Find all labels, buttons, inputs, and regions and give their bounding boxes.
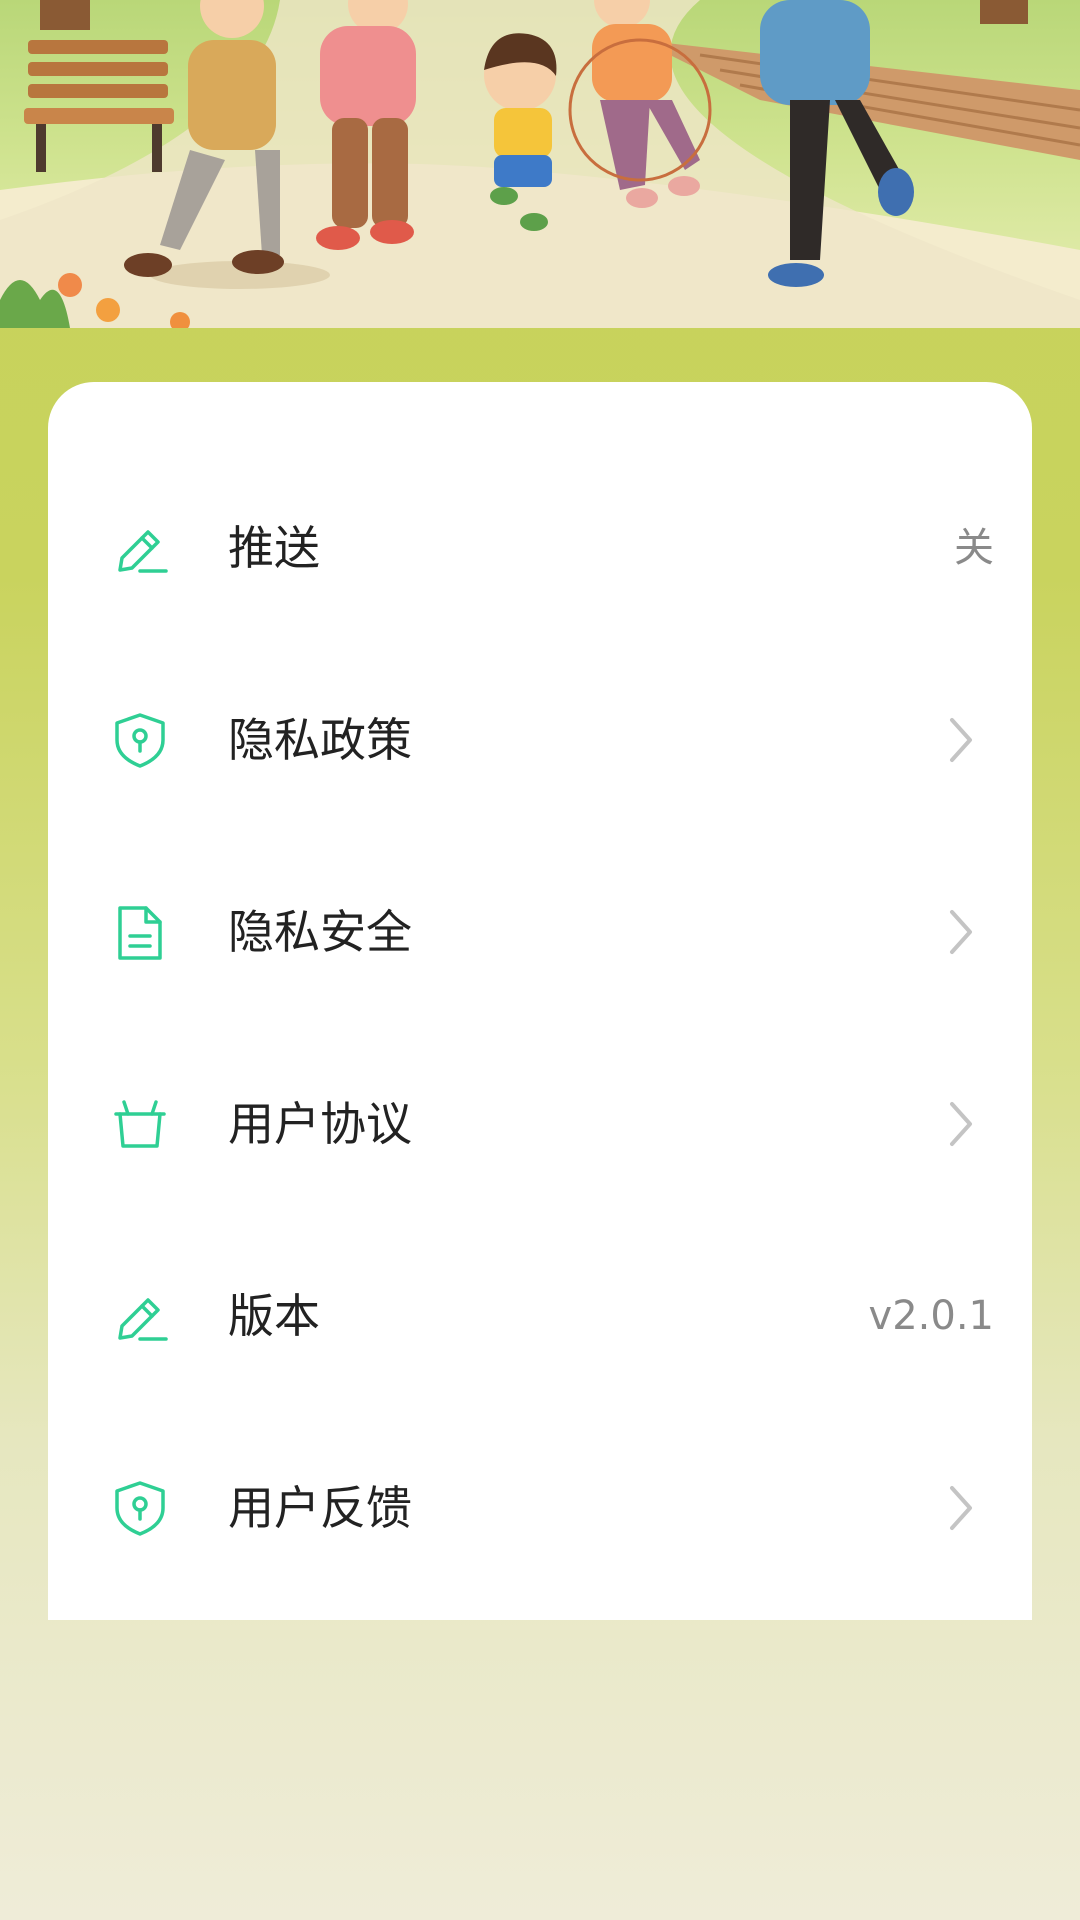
- chevron-right-icon: [946, 716, 976, 764]
- setting-label: 用户反馈: [228, 1481, 412, 1535]
- shield-keyhole-icon: [110, 710, 170, 770]
- pencil-edit-icon: [110, 1286, 170, 1346]
- setting-row-user-agreement[interactable]: 用户协议: [48, 1076, 1032, 1172]
- document-icon: [110, 902, 170, 962]
- setting-row-user-feedback[interactable]: 用户反馈: [48, 1460, 1032, 1556]
- push-status-value: 关: [954, 525, 994, 571]
- setting-label: 推送: [228, 521, 320, 575]
- basket-icon: [110, 1094, 170, 1154]
- version-value: v2.0.1: [868, 1293, 994, 1339]
- shield-keyhole-icon: [110, 1478, 170, 1538]
- setting-label: 版本: [228, 1289, 320, 1343]
- chevron-right-icon: [946, 908, 976, 956]
- setting-row-privacy-policy[interactable]: 隐私政策: [48, 692, 1032, 788]
- setting-row-push[interactable]: 推送 关: [48, 500, 1032, 596]
- setting-label: 隐私政策: [228, 713, 412, 767]
- setting-label: 隐私安全: [228, 905, 412, 959]
- banner-illustration: [0, 0, 1080, 328]
- setting-row-version: 版本 v2.0.1: [48, 1268, 1032, 1364]
- settings-card: 推送 关 隐私政策 隐私安全 用户协议 版本 v2.0.1 用户反馈: [48, 382, 1032, 1620]
- pencil-edit-icon: [110, 518, 170, 578]
- chevron-right-icon: [946, 1484, 976, 1532]
- chevron-right-icon: [946, 1100, 976, 1148]
- setting-row-privacy-security[interactable]: 隐私安全: [48, 884, 1032, 980]
- setting-label: 用户协议: [228, 1097, 412, 1151]
